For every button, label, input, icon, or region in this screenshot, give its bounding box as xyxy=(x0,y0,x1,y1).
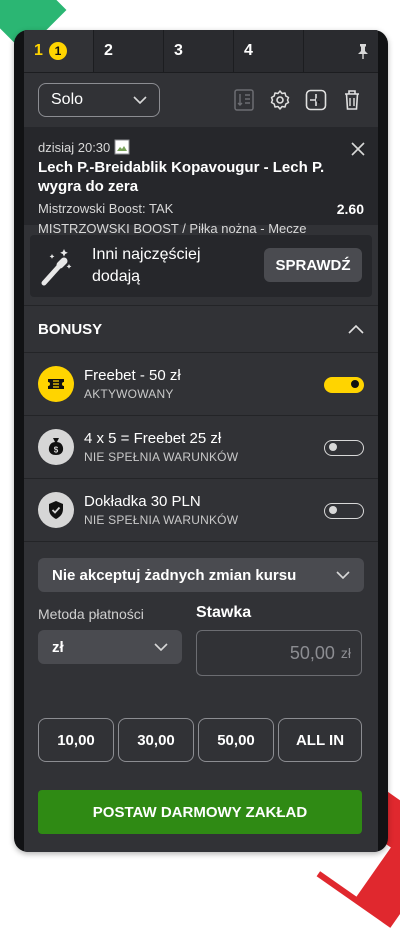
bonus-item-4x5[interactable]: $ 4 x 5 = Freebet 25 zł NIE SPEŁNIA WARU… xyxy=(24,416,378,479)
bet-selection: dzisiaj 20:30 Lech P.-Breidablik Kopavou… xyxy=(24,127,378,236)
tab-label: 3 xyxy=(174,42,183,59)
svg-text:$: $ xyxy=(54,446,59,455)
bet-mode-select[interactable]: Solo xyxy=(38,83,160,117)
bonus-title: Freebet - 50 zł xyxy=(84,367,181,384)
bonus-status: AKTYWOWANY xyxy=(84,387,174,401)
bonus-title: Dokładka 30 PLN xyxy=(84,493,201,510)
sort-list-icon xyxy=(234,89,254,111)
remove-selection-button[interactable] xyxy=(350,141,366,162)
bonus-item-dokladka[interactable]: Dokładka 30 PLN NIE SPEŁNIA WARUNKÓW xyxy=(24,479,378,542)
event-title: Lech P.-Breidablik Kopavougur - Lech P. … xyxy=(38,159,325,195)
bonus-section-header[interactable]: BONUSY xyxy=(24,305,378,353)
delete-button[interactable] xyxy=(340,88,364,112)
combine-button[interactable] xyxy=(304,88,328,112)
bonus-status: NIE SPEŁNIA WARUNKÓW xyxy=(84,513,239,527)
bonus-item-freebet[interactable]: Freebet - 50 zł AKTYWOWANY xyxy=(24,353,378,416)
trash-icon xyxy=(345,90,359,110)
event-time: dzisiaj 20:30 xyxy=(38,139,364,155)
ticket-icon xyxy=(38,366,74,402)
chevron-down-icon xyxy=(133,96,147,104)
chevron-down-icon xyxy=(154,643,168,651)
tab-count-badge: 1 xyxy=(48,42,67,60)
tab-4[interactable]: 4 xyxy=(234,30,304,72)
chevron-up-icon xyxy=(348,324,364,334)
broken-image-icon xyxy=(114,139,130,155)
quick-stake-30[interactable]: 30,00 xyxy=(118,718,194,762)
bonus-heading: BONUSY xyxy=(38,320,103,338)
pin-icon xyxy=(358,44,368,59)
suggestion-banner: Inni najczęściej dodają SPRAWDŹ xyxy=(30,235,372,297)
combine-icon xyxy=(305,89,327,111)
event-date-text: dzisiaj 20:30 xyxy=(38,139,111,155)
event-category: MISTRZOWSKI BOOST / Piłka nożna - Mecze xyxy=(38,221,307,236)
settings-button[interactable] xyxy=(268,88,292,112)
betslip-tabs: 1 1 2 3 4 xyxy=(24,30,378,73)
betslip-toolbar: Solo xyxy=(24,73,378,127)
payment-method-value: zł xyxy=(52,638,64,656)
shield-check-icon xyxy=(38,492,74,528)
odds-change-select[interactable]: Nie akceptuj żadnych zmian kursu xyxy=(38,558,364,592)
odds-change-value: Nie akceptuj żadnych zmian kursu xyxy=(52,566,297,584)
magic-wand-icon xyxy=(41,249,72,286)
payment-method-select[interactable]: zł xyxy=(38,630,182,664)
event-odds: 2.60 xyxy=(336,201,364,217)
bonus-toggle[interactable] xyxy=(324,503,364,519)
tab-2[interactable]: 2 xyxy=(94,30,164,72)
chevron-down-icon xyxy=(336,571,350,579)
quick-stake-50[interactable]: 50,00 xyxy=(198,718,274,762)
tab-3[interactable]: 3 xyxy=(164,30,234,72)
pin-button[interactable] xyxy=(304,30,378,72)
event-boost: Mistrzowski Boost: TAK xyxy=(38,201,174,216)
bet-mode-value: Solo xyxy=(51,91,84,108)
tab-1[interactable]: 1 1 xyxy=(24,30,94,72)
tab-label: 2 xyxy=(104,42,113,59)
quick-stake-10[interactable]: 10,00 xyxy=(38,718,114,762)
betslip-panel: 1 1 2 3 4 Solo dzisiaj 20:30 Lech P.-Bre… xyxy=(14,30,388,852)
bonus-status: NIE SPEŁNIA WARUNKÓW xyxy=(84,450,239,464)
suggestion-text: Inni najczęściej dodają xyxy=(92,246,201,285)
close-icon xyxy=(351,142,365,156)
sort-button[interactable] xyxy=(232,88,256,112)
bonus-text: Freebet - 50 zł AKTYWOWANY xyxy=(84,367,181,401)
stake-input[interactable]: 50,00 zł xyxy=(196,630,362,676)
bonus-text: Dokładka 30 PLN NIE SPEŁNIA WARUNKÓW xyxy=(84,493,238,527)
bonus-text: 4 x 5 = Freebet 25 zł NIE SPEŁNIA WARUNK… xyxy=(84,430,238,464)
bonus-toggle[interactable] xyxy=(324,377,364,393)
place-bet-button[interactable]: POSTAW DARMOWY ZAKŁAD xyxy=(38,790,362,834)
bonus-title: 4 x 5 = Freebet 25 zł xyxy=(84,430,222,447)
bonus-toggle[interactable] xyxy=(324,440,364,456)
tab-label: 4 xyxy=(244,42,253,59)
money-bag-icon: $ xyxy=(38,429,74,465)
stake-section: Metoda płatności Stawka zł 50,00 zł xyxy=(24,592,378,682)
toolbar-actions xyxy=(232,88,364,112)
quick-stake-all-in[interactable]: ALL IN xyxy=(278,718,362,762)
gear-icon xyxy=(270,90,290,110)
tab-label: 1 xyxy=(34,42,43,59)
check-suggestions-button[interactable]: SPRAWDŹ xyxy=(264,248,362,282)
payment-label: Metoda płatności xyxy=(38,606,144,622)
stake-placeholder: 50,00 xyxy=(289,642,335,663)
stake-label: Stawka xyxy=(196,604,252,621)
quick-stake-buttons: 10,00 30,00 50,00 ALL IN xyxy=(38,718,362,762)
stake-currency: zł xyxy=(340,645,351,661)
